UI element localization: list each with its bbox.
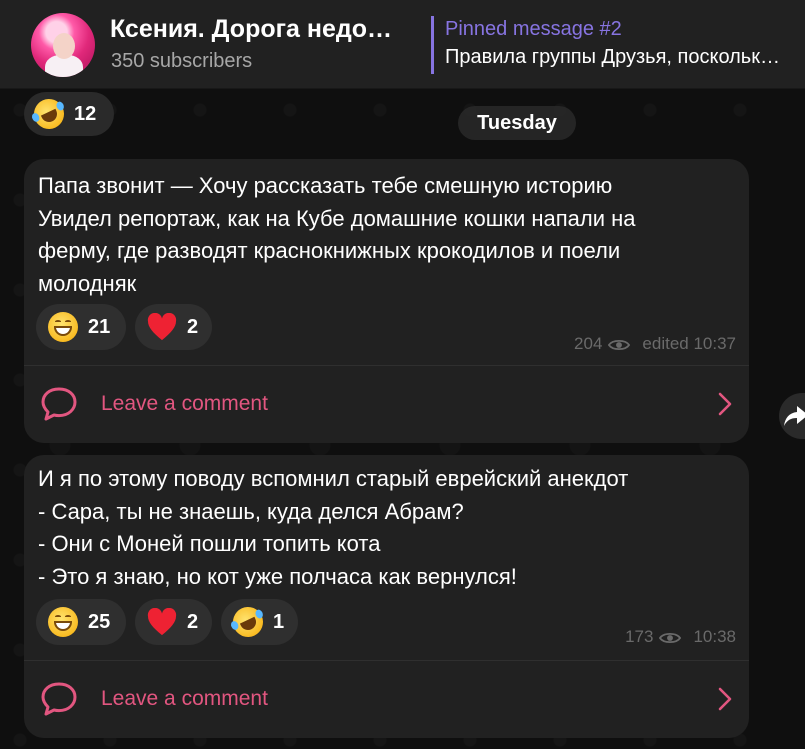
post-text-line: - Они с Моней пошли топить кота [38,531,381,556]
post-time: edited 10:37 [642,334,736,353]
rolling-on-floor-laughing-icon [228,602,268,642]
reactions-bar: 21 2 [36,304,212,350]
grinning-face-icon [48,607,78,637]
channel-avatar[interactable] [31,13,95,77]
post-meta: 204 edited 10:37 [574,334,736,354]
view-count: 204 [574,334,603,353]
leave-comment-button[interactable]: Leave a comment [24,366,749,442]
post-text-line: И я по этому поводу вспомнил старый евре… [38,466,629,491]
red-heart-icon [147,607,177,636]
pinned-message[interactable]: Pinned message #2 Правила группы Друзья,… [431,16,805,74]
chevron-right-icon [717,686,733,712]
subscriber-count: 350 subscribers [111,50,253,72]
reactions-bar: 25 2 1 [36,599,298,645]
leave-comment-label: Leave a comment [101,687,268,710]
date-separator: Tuesday [458,106,576,140]
reaction-count: 1 [273,610,285,633]
eye-icon [659,630,682,644]
share-arrow-icon [784,406,805,426]
chevron-right-icon [717,391,733,417]
post-text-line: Увидел репортаж, как на Кубе домашние ко… [38,205,636,231]
comment-bubble-icon [40,386,78,422]
post-text: И я по этому поводу вспомнил старый евре… [38,463,735,593]
channel-post: И я по этому поводу вспомнил старый евре… [24,455,749,738]
post-text-line: Папа звонит — Хочу рассказать тебе смешн… [38,173,613,198]
channel-title[interactable]: Ксения. Дорога недо… [110,15,392,44]
post-text-line: - Это я знаю, но кот уже полчаса как вер… [38,563,517,589]
reaction-rofl[interactable]: 12 [24,92,114,136]
post-text: Папа звонит — Хочу рассказать тебе смешн… [38,170,735,300]
reaction-count: 2 [187,610,199,633]
eye-icon [608,337,631,351]
reaction-heart[interactable]: 2 [135,599,212,645]
rolling-on-floor-laughing-icon [29,94,69,134]
reaction-grin[interactable]: 21 [36,304,126,350]
grinning-face-icon [48,312,78,342]
post-meta: 173 10:38 [625,627,736,647]
reaction-count: 21 [88,315,111,338]
comment-bubble-icon [40,681,78,717]
reaction-rofl[interactable]: 1 [221,599,298,645]
post-text-line: ферму, где разводят краснокнижных крокод… [38,238,621,263]
post-text-line: - Сара, ты не знаешь, куда делся Абрам? [38,498,464,524]
reaction-count: 25 [88,610,111,633]
red-heart-icon [147,312,177,341]
post-time: 10:38 [693,627,736,646]
channel-post: Папа звонит — Хочу рассказать тебе смешн… [24,159,749,443]
reaction-count: 12 [74,102,97,125]
pinned-message-title: Pinned message #2 [445,18,622,40]
channel-header: Ксения. Дорога недо… 350 subscribers Pin… [0,0,805,89]
pinned-message-text: Правила группы Друзья, поскольк… [445,46,780,68]
leave-comment-label: Leave a comment [101,392,268,415]
reaction-heart[interactable]: 2 [135,304,212,350]
reaction-count: 2 [187,315,199,338]
view-count: 173 [625,627,654,646]
post-text-line: молодняк [38,270,137,296]
reaction-grin[interactable]: 25 [36,599,126,645]
leave-comment-button[interactable]: Leave a comment [24,661,749,737]
